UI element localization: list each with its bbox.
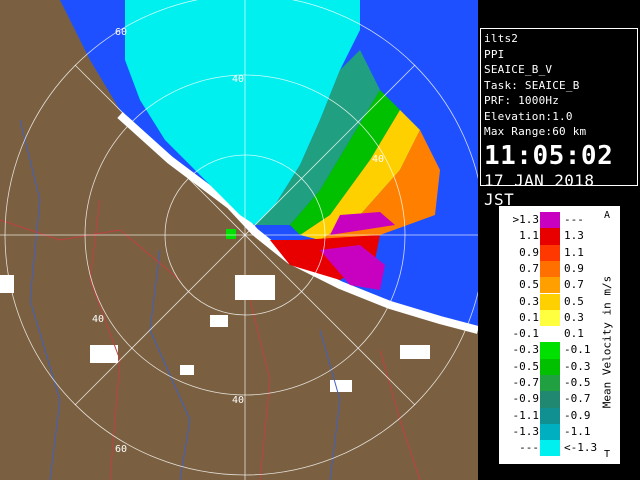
- range-label-north-40: 40: [232, 74, 244, 85]
- legend-color-swatch: [540, 309, 560, 327]
- legend-high-value: 0.7: [564, 278, 584, 292]
- legend-low-value: ---: [519, 441, 539, 455]
- max-range-value: Max Range:60 km: [484, 125, 587, 138]
- legend-high-value: 1.3: [564, 229, 584, 243]
- legend-color-swatch: [540, 342, 560, 359]
- legend-high-value: 0.9: [564, 261, 584, 275]
- range-label-top-left-60: 60: [115, 27, 127, 38]
- range-label-bottom-left-60: 60: [115, 444, 127, 455]
- legend-high-value: -0.5: [564, 376, 591, 389]
- legend-color-swatch: [540, 212, 560, 229]
- legend-color-swatch: [540, 326, 560, 343]
- range-label-south-40: 40: [232, 395, 244, 406]
- legend-low-value: -0.7: [512, 376, 540, 389]
- prf-value: PRF: 1000Hz: [484, 94, 560, 107]
- legend-low-value: 0.3: [519, 294, 539, 308]
- scan-date: 17 JAN 2018 JST: [484, 170, 595, 209]
- legend-low-value: -0.5: [512, 359, 540, 373]
- product-type: PPI: [484, 47, 505, 61]
- legend-low-value: 0.5: [519, 278, 539, 292]
- range-rings: 60 40 40 40 40 60: [0, 0, 478, 480]
- legend-low-value: -0.9: [512, 392, 540, 406]
- legend-low-value: >1.3: [512, 213, 540, 226]
- legend-color-swatch: [540, 228, 560, 245]
- scan-time: 11:05:02: [484, 140, 614, 171]
- legend-color-swatch: [540, 358, 560, 375]
- legend-high-value: -0.1: [564, 343, 591, 357]
- legend-color-swatch: [540, 244, 560, 261]
- legend-color-swatch: [540, 293, 560, 310]
- velocity-legend: >1.3 --- 1.1 1.3 0.9 1.1 0.7 0.9 0.5 0.7 0.3 0.5 0.1…: [499, 206, 620, 464]
- range-label-west-40: 40: [92, 314, 104, 325]
- legend-color-swatch: [540, 423, 560, 441]
- legend-low-value: -0.1: [512, 327, 540, 341]
- legend-color-swatch: [540, 277, 560, 294]
- range-label-east-40: 40: [372, 154, 384, 165]
- legend-title: Mean Velocity in m/s: [600, 275, 614, 409]
- task-name: Task: SEAICE_B: [484, 78, 580, 92]
- legend-high-value: 0.1: [564, 327, 584, 341]
- legend-low-value: 0.9: [519, 245, 539, 259]
- legend-high-value: -0.3: [564, 359, 591, 373]
- legend-color-swatch: [540, 440, 560, 457]
- legend-low-value: -1.3: [512, 424, 540, 438]
- legend-high-value: 1.1: [564, 245, 584, 259]
- legend-high-value: -0.7: [564, 392, 591, 406]
- legend-high-value: 0.3: [564, 310, 584, 324]
- legend-high-value: -1.1: [564, 424, 591, 438]
- legend-high-value: -0.9: [564, 408, 591, 422]
- legend-low-value: 0.7: [519, 261, 539, 275]
- legend-row: >1.3 ---: [500, 212, 619, 229]
- site-name: ilts2: [484, 32, 519, 45]
- legend-high-value: 0.5: [564, 294, 584, 308]
- legend-high-value: ---: [564, 213, 584, 226]
- legend-low-value: -1.1: [512, 408, 540, 422]
- legend-color-swatch: [540, 407, 560, 424]
- legend-arrow-bottom: T: [604, 449, 611, 460]
- legend-color-swatch: [540, 375, 560, 392]
- legend-color-swatch: [540, 391, 560, 408]
- scan-name: SEAICE_B_V: [484, 63, 553, 76]
- legend-low-value: -0.3: [512, 343, 540, 357]
- legend-low-value: 0.1: [519, 310, 539, 324]
- legend-low-value: 1.1: [519, 229, 539, 243]
- legend-arrow-top: A: [604, 210, 611, 221]
- scan-info-panel: ilts2 PPI SEAICE_B_V Task: SEAICE_B PRF:…: [480, 28, 638, 209]
- elevation-value: Elevation:1.0: [484, 109, 573, 123]
- legend-color-swatch: [540, 260, 560, 278]
- legend-high-value: <-1.3: [564, 441, 598, 455]
